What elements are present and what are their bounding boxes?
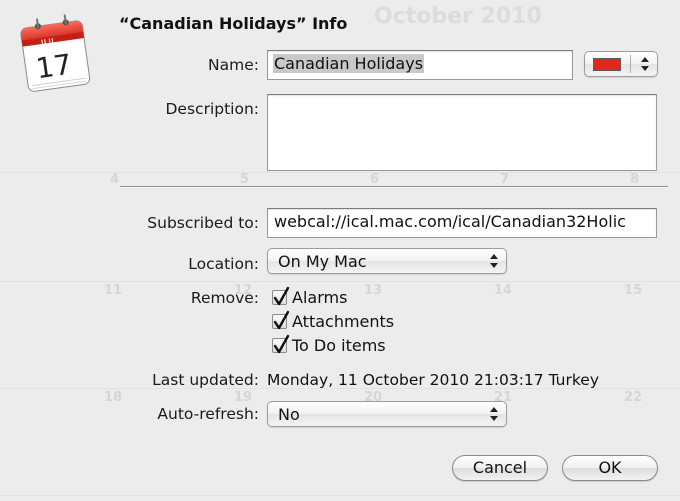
auto-refresh-popup-value: No	[278, 405, 300, 424]
location-label: Location:	[188, 255, 259, 273]
remove-label: Remove:	[190, 289, 259, 307]
calendar-icon: JUL 17	[14, 12, 98, 94]
checkbox-todo-items-box[interactable]	[272, 334, 290, 354]
last-updated-value: Monday, 11 October 2010 21:03:17 Turkey	[267, 371, 600, 389]
calendar-icon-day: 17	[33, 47, 74, 86]
up-down-arrows-icon	[490, 407, 498, 421]
up-down-arrows-icon	[641, 57, 649, 71]
auto-refresh-popup[interactable]: No	[267, 401, 507, 427]
info-sheet: JUL 17 “Canadian Holidays” Info Name: Ca…	[0, 0, 680, 501]
name-field-value: Canadian Holidays	[273, 54, 425, 73]
checkbox-todo-items-label: To Do items	[292, 336, 386, 355]
subscribed-label: Subscribed to:	[147, 214, 259, 232]
checkbox-attachments-label: Attachments	[292, 312, 395, 331]
checkbox-alarms-label: Alarms	[292, 288, 348, 307]
color-popup-divider	[630, 55, 631, 73]
location-popup-value: On My Mac	[278, 252, 367, 271]
separator	[120, 186, 668, 188]
color-swatch	[593, 58, 621, 71]
cancel-button[interactable]: Cancel	[452, 455, 548, 481]
subscribed-url-field[interactable]: webcal://ical.mac.com/ical/Canadian32Hol…	[267, 208, 657, 238]
checkmark-icon	[273, 310, 290, 330]
location-popup[interactable]: On My Mac	[267, 248, 507, 274]
dialog-title: “Canadian Holidays” Info	[119, 14, 348, 33]
checkbox-attachments-box[interactable]	[272, 310, 290, 330]
up-down-arrows-icon	[490, 254, 498, 268]
name-label: Name:	[208, 56, 259, 74]
calendar-icon-month: JUL	[40, 36, 58, 51]
name-field[interactable]: Canadian Holidays	[267, 50, 573, 80]
checkbox-alarms-box[interactable]	[272, 286, 290, 306]
last-updated-label: Last updated:	[152, 371, 259, 389]
color-popup[interactable]	[584, 51, 658, 77]
ok-button[interactable]: OK	[562, 455, 658, 481]
auto-refresh-label: Auto-refresh:	[157, 405, 259, 423]
checkmark-icon	[273, 334, 290, 354]
checkmark-icon	[273, 286, 290, 306]
description-field[interactable]	[267, 94, 657, 171]
description-label: Description:	[165, 100, 260, 118]
